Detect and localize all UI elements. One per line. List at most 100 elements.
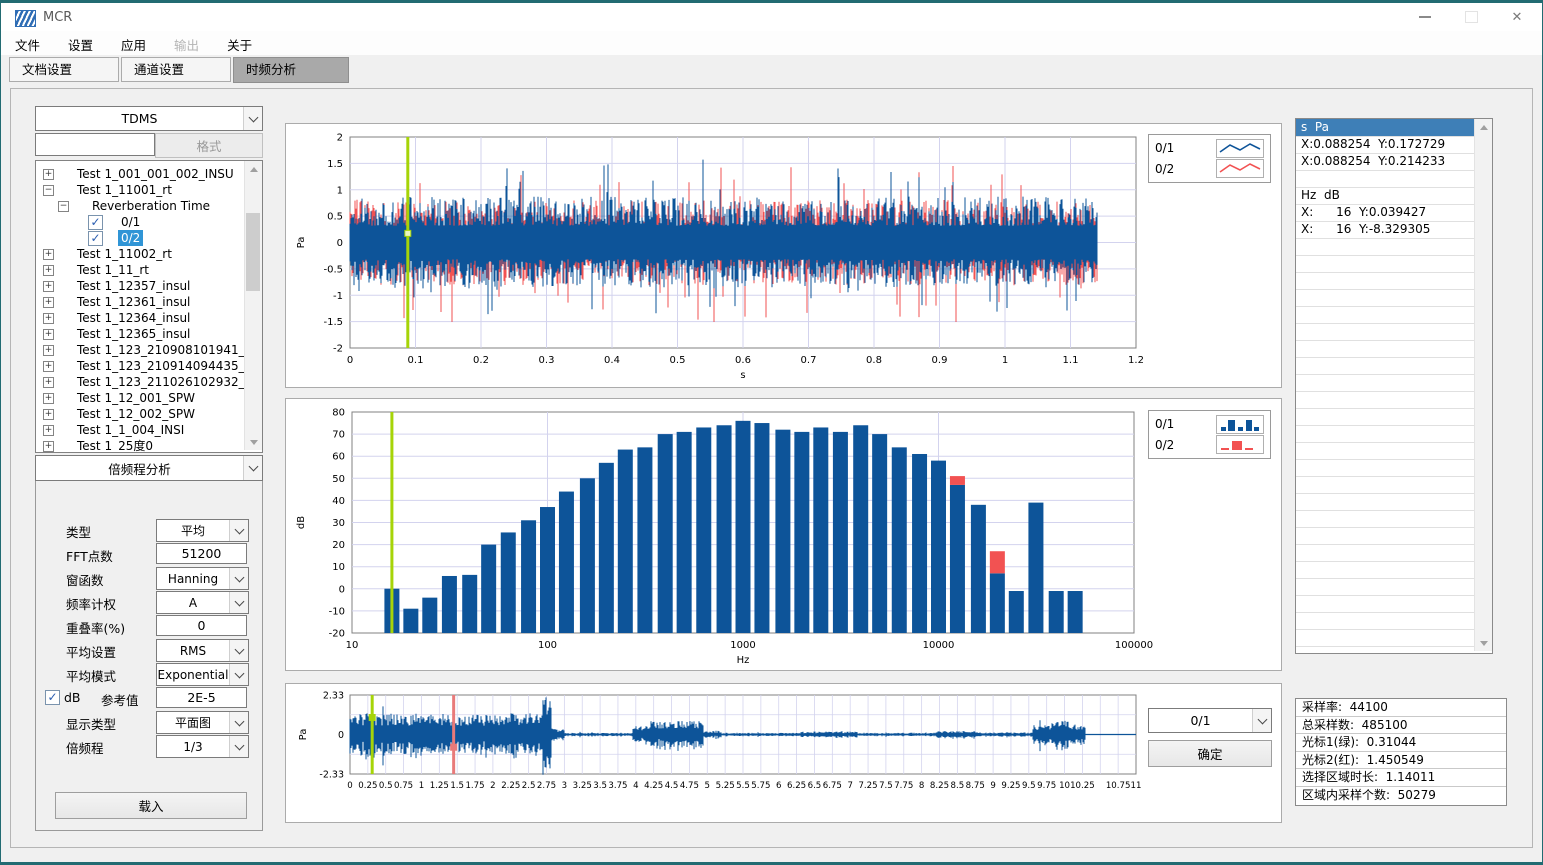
tab-文档设置[interactable]: 文档设置 <box>9 57 119 82</box>
readout-row[interactable]: X: 16 Y:0.039427 <box>1296 204 1478 222</box>
tree-item[interactable]: + Test 1_11002_rt <box>36 246 262 262</box>
overview-waveform-chart[interactable]: 00.250.50.7511.251.51.7522.252.52.7533.2… <box>286 684 1279 820</box>
tree-expander-plus-icon[interactable]: + <box>43 377 54 388</box>
readout-row[interactable] <box>1296 493 1478 511</box>
readout-row[interactable] <box>1296 544 1478 562</box>
readout-row[interactable] <box>1296 476 1478 494</box>
tree-item[interactable]: + Test 1_123_210914094435_spw <box>36 358 262 374</box>
readout-row[interactable] <box>1296 255 1478 273</box>
form-input-参考值[interactable] <box>156 687 247 708</box>
tree-item-label[interactable]: Test 1_123_210908101941_spw <box>74 342 263 358</box>
readout-row[interactable] <box>1296 323 1478 341</box>
form-select-平均设置[interactable]: RMS <box>156 639 249 662</box>
tree-item-label[interactable]: Test 1_12_001_SPW <box>74 390 198 406</box>
tree-item[interactable]: + Test 1_12_002_SPW <box>36 406 262 422</box>
readout-row[interactable] <box>1296 578 1478 596</box>
tree-expander-plus-icon[interactable]: + <box>43 361 54 372</box>
readout-row[interactable] <box>1296 289 1478 307</box>
tree-item[interactable]: + Test 1_12_001_SPW <box>36 390 262 406</box>
tree-item-label[interactable]: Test 1_1_004_INSI <box>74 422 187 438</box>
tree-expander-plus-icon[interactable]: + <box>43 393 54 404</box>
readout-row[interactable] <box>1296 408 1478 426</box>
tree-item-label[interactable]: Test 1_123_211026102932_spw <box>74 374 263 390</box>
readout-row[interactable] <box>1296 272 1478 290</box>
channel-select[interactable]: 0/1 <box>1148 708 1272 733</box>
tree-checkbox[interactable]: ✓ <box>88 215 103 230</box>
tree-expander-minus-icon[interactable]: − <box>58 201 69 212</box>
tree-expander-plus-icon[interactable]: + <box>43 345 54 356</box>
tree-item[interactable]: + Test 1_001_001_002_INSU <box>36 166 262 182</box>
readout-row[interactable] <box>1296 170 1478 188</box>
octave-spectrum-panel[interactable]: 10100100010000100000-20-1001020304050607… <box>285 398 1282 671</box>
tree-item[interactable]: +Test 1_12357_insul <box>36 278 262 294</box>
close-button[interactable]: ✕ <box>1494 3 1540 31</box>
readout-row[interactable] <box>1296 238 1478 256</box>
form-select-类型[interactable]: 平均 <box>156 519 249 542</box>
tree-item-label[interactable]: Test 1_123_210914094435_spw <box>74 358 263 374</box>
db-checkbox[interactable]: ✓ <box>45 690 60 705</box>
tree-item-label[interactable]: Test 1_12364_insul <box>74 310 193 326</box>
tree-item-label[interactable]: Test 1_12357_insul <box>74 278 193 294</box>
tab-通道设置[interactable]: 通道设置 <box>121 57 231 82</box>
tree-expander-plus-icon[interactable]: + <box>43 265 54 276</box>
tree-expander-plus-icon[interactable]: + <box>43 329 54 340</box>
readout-row[interactable] <box>1296 629 1478 647</box>
readout-row[interactable]: X:0.088254 Y:0.214233 <box>1296 153 1478 171</box>
minimize-button[interactable] <box>1402 3 1448 31</box>
scroll-down-button[interactable] <box>1475 635 1492 651</box>
tree-item-label[interactable]: Test 1_12_002_SPW <box>74 406 198 422</box>
tree-item-label[interactable]: Test 1_11002_rt <box>74 246 175 262</box>
tree-checkbox[interactable]: ✓ <box>88 231 103 246</box>
tree-item-label[interactable]: Test 1_25度0 <box>74 438 156 453</box>
tree-item-label[interactable]: Test 1_001_001_002_INSU <box>74 166 237 182</box>
scroll-up-button[interactable] <box>1475 119 1492 135</box>
tree-expander-plus-icon[interactable]: + <box>43 409 54 420</box>
form-select-显示类型[interactable]: 平面图 <box>156 711 249 734</box>
form-input-重叠率(%)[interactable] <box>156 615 247 636</box>
readout-row[interactable] <box>1296 459 1478 477</box>
tree-expander-plus-icon[interactable]: + <box>43 169 54 180</box>
time-waveform-chart[interactable]: 00.10.20.30.40.50.60.70.80.911.11.2-2-1.… <box>286 124 1279 385</box>
tree-item[interactable]: + Test 1_11_rt <box>36 262 262 278</box>
analysis-type-select[interactable]: 倍频程分析 <box>35 455 263 481</box>
tree-item[interactable]: + Test 1_1_004_INSI <box>36 422 262 438</box>
scroll-down-button[interactable] <box>245 434 262 450</box>
readout-row[interactable]: s Pa <box>1296 119 1478 137</box>
form-input-FFT点数[interactable] <box>156 543 247 564</box>
tree-item[interactable]: + Test 1_123_210908101941_spw <box>36 342 262 358</box>
tree-item-label[interactable]: Test 1_11_rt <box>74 262 152 278</box>
form-select-窗函数[interactable]: Hanning <box>156 567 249 590</box>
tree-scrollbar-thumb[interactable] <box>246 213 260 291</box>
overview-waveform-panel[interactable]: 00.250.50.7511.251.51.7522.252.52.7533.2… <box>285 683 1282 823</box>
tree-item-label[interactable]: 0/2 <box>118 230 143 246</box>
tree-item[interactable]: +Test 1_25度0 <box>36 438 262 453</box>
tree-scrollbar[interactable] <box>244 161 262 450</box>
tree-expander-plus-icon[interactable]: + <box>43 297 54 308</box>
tree-expander-plus-icon[interactable]: + <box>43 249 54 260</box>
readout-row[interactable] <box>1296 561 1478 579</box>
menu-item-设置[interactable]: 设置 <box>54 31 107 58</box>
tree-item[interactable]: +Test 1_12361_insul <box>36 294 262 310</box>
tree-item[interactable]: +Test 1_12364_insul <box>36 310 262 326</box>
menu-item-应用[interactable]: 应用 <box>107 31 160 58</box>
tree-item[interactable]: + Test 1_12365_insul <box>36 326 262 342</box>
readout-row[interactable] <box>1296 425 1478 443</box>
readout-row[interactable] <box>1296 527 1478 545</box>
tree-expander-plus-icon[interactable]: + <box>43 425 54 436</box>
file-format-select[interactable]: TDMS <box>35 106 263 131</box>
load-button[interactable]: 载入 <box>55 792 247 819</box>
confirm-button[interactable]: 确定 <box>1148 740 1272 767</box>
menu-item-文件[interactable]: 文件 <box>1 31 54 58</box>
tree-item[interactable]: ✓ 0/2 <box>36 230 262 246</box>
readout-row[interactable] <box>1296 612 1478 630</box>
readout-row[interactable] <box>1296 442 1478 460</box>
tree-item-label[interactable]: Test 1_11001_rt <box>74 182 175 198</box>
search-input[interactable] <box>35 133 155 156</box>
tree-item-label[interactable]: Test 1_12365_insul <box>74 326 193 342</box>
maximize-button[interactable] <box>1448 3 1494 31</box>
form-select-倍频程[interactable]: 1/3 <box>156 735 249 758</box>
readout-row[interactable] <box>1296 595 1478 613</box>
form-select-平均模式[interactable]: Exponential <box>156 663 249 686</box>
readout-row[interactable] <box>1296 374 1478 392</box>
tree-item-label[interactable]: Reverberation Time <box>89 198 213 214</box>
